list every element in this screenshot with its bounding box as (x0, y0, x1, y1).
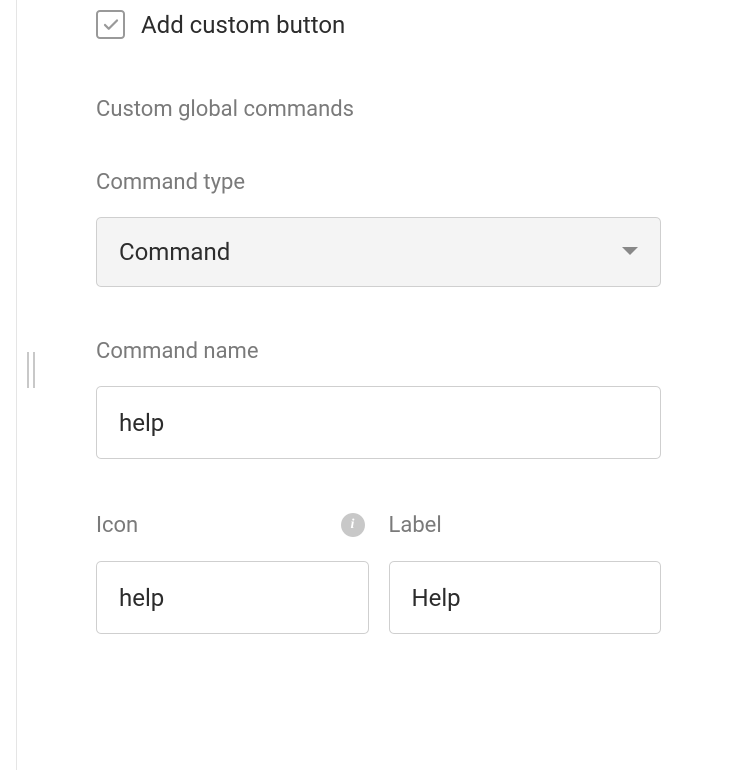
command-type-select-wrap: Command (96, 217, 661, 287)
label-field-label: Label (389, 513, 442, 538)
section-title: Custom global commands (96, 97, 686, 122)
add-custom-button-row: Add custom button (96, 10, 686, 39)
label-field-header: Label (389, 511, 662, 539)
checkmark-icon (102, 16, 120, 34)
drag-handle-icon[interactable] (27, 352, 35, 388)
command-type-label: Command type (96, 170, 686, 195)
info-icon[interactable]: i (341, 513, 365, 537)
add-custom-button-checkbox[interactable] (96, 10, 125, 39)
command-type-field: Command type Command (96, 170, 686, 287)
icon-field: Icon i (96, 511, 369, 634)
icon-field-label: Icon (96, 513, 138, 538)
form-content: Add custom button Custom global commands… (0, 0, 746, 674)
command-type-value: Command (119, 238, 230, 266)
icon-label-row: Icon i Label (96, 511, 661, 634)
command-name-label: Command name (96, 339, 686, 364)
command-name-input[interactable] (96, 386, 661, 459)
label-input[interactable] (389, 561, 662, 634)
panel-left-border (16, 0, 17, 770)
command-type-select[interactable]: Command (96, 217, 661, 287)
icon-input[interactable] (96, 561, 369, 634)
label-field: Label (389, 511, 662, 634)
add-custom-button-label: Add custom button (141, 11, 345, 39)
command-name-field: Command name (96, 339, 686, 459)
icon-label-row-header: Icon i (96, 511, 369, 539)
